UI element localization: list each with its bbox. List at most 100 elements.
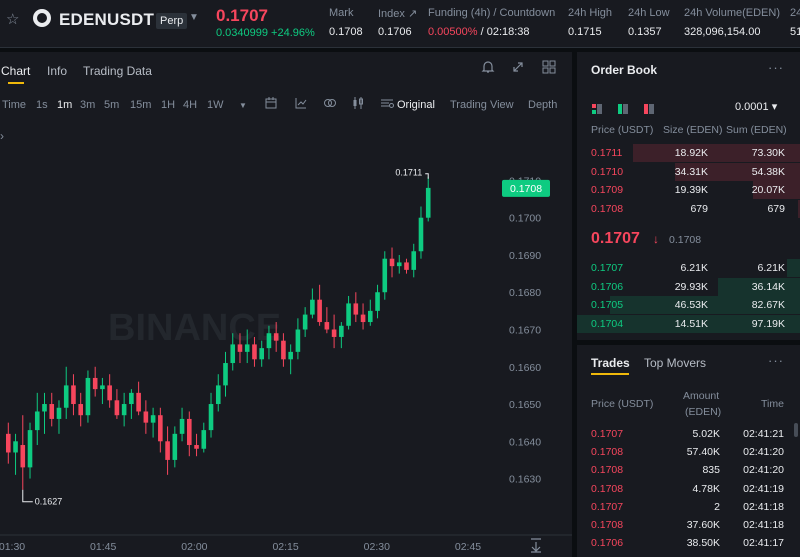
candle [382,251,388,300]
y-axis-tick-label: 0.1670 [509,325,541,337]
timeframe-15m[interactable]: 15m [130,99,151,111]
watermark-logo: BINANCE [108,307,281,349]
bid-row[interactable]: 0.1705 46.53K 82.67K [577,296,800,314]
both-sides-view-icon[interactable] [592,104,602,114]
symbol-dropdown-chevron-icon[interactable]: ▼ [189,12,199,23]
trade-price: 0.1708 [591,446,624,459]
candle [201,422,207,453]
order-book-panel: Order Book ··· 0.0001 ▾ Price (USDT) Siz… [577,52,800,340]
candle-body [42,404,47,412]
candle [114,389,120,419]
candle-body [121,404,127,416]
candle-body [85,377,91,416]
bid-row[interactable]: 0.1707 6.21K 6.21K [577,259,800,277]
candle [158,407,163,453]
ask-row[interactable]: 0.1709 19.39K 20.07K [577,181,800,199]
bell-icon[interactable] [479,60,497,78]
stat-index[interactable]: Index ↗ 0.1706 [378,7,417,38]
collapse-arrow-icon[interactable]: › [0,129,4,143]
tab-top-movers[interactable]: Top Movers [644,356,706,370]
stat-value: 0.1715 [568,26,602,38]
settings-list-icon[interactable] [378,96,396,114]
chart-panel: Chart Info Trading Data Time 1s 1m 3m 5m… [0,52,572,557]
candle-body [56,407,62,419]
bid-size: 14.51K [674,317,708,330]
bid-price: 0.1705 [591,299,624,311]
y-axis-tick-label: 0.1660 [509,362,541,374]
bids-only-view-icon[interactable] [618,104,628,114]
timeframe-5m[interactable]: 5m [104,99,119,111]
more-options-icon[interactable]: ··· [768,353,784,368]
column-header-amount: Amount [683,390,720,402]
ask-row[interactable]: 0.1711 18.92K 73.30K [577,144,800,162]
tab-chart[interactable]: Chart [1,64,30,78]
scroll-to-latest-button[interactable] [526,535,546,554]
expand-icon[interactable] [509,60,527,78]
candle-type-icon[interactable] [349,96,367,114]
current-price-tag: 0.1708 [502,179,550,197]
bid-size: 6.21K [680,262,708,274]
timeframe-1w[interactable]: 1W [207,99,224,111]
view-trading-view[interactable]: Trading View [450,99,514,111]
timeframe-1m[interactable]: 1m [57,99,72,111]
candle [317,284,322,326]
column-header-size: Size (EDEN) [663,124,723,136]
ask-row[interactable]: 0.1710 34.31K 54.38K [577,162,800,181]
stat-label: 24 [790,7,800,19]
candle [34,392,40,446]
candle-body [194,445,199,449]
tab-trading-data[interactable]: Trading Data [83,64,152,78]
stat-value: 51 [790,26,800,38]
candle-body [302,314,308,330]
timeframe-time[interactable]: Time [2,99,26,111]
trades-scrollbar[interactable] [794,423,798,437]
favorite-star-icon[interactable]: ☆ [6,12,20,27]
candle [375,284,380,319]
timeframe-4h[interactable]: 4H [183,99,197,111]
candle [389,247,395,278]
candle-body [324,322,330,330]
candle [360,303,366,330]
candle-body [411,251,417,270]
low-marker-line [22,489,33,503]
candle-body [136,392,141,412]
timeframe-1h[interactable]: 1H [161,99,175,111]
stat-24h-volume: 24h Volume(EDEN) 328,096,154.00 [684,7,780,38]
timeframe-3m[interactable]: 3m [80,99,95,111]
trade-time: 02:41:18 [743,519,784,531]
stat-truncated: 24 51 [790,7,800,38]
candle-body [244,344,250,352]
candle [63,366,69,419]
candle-body [317,299,322,323]
candle [92,366,98,397]
depth-bar [786,259,800,277]
tab-info[interactable]: Info [47,64,67,78]
layout-grid-icon[interactable] [540,60,558,78]
tab-trades[interactable]: Trades [591,356,630,370]
active-tab-indicator [8,82,24,84]
x-axis-tick-label: 01:45 [90,541,116,553]
more-options-icon[interactable]: ··· [768,60,784,75]
ask-row[interactable]: 0.1708 679 679 [577,199,800,218]
symbol-name[interactable]: EDENUSDT [59,10,154,30]
indicator-chart-icon[interactable] [292,96,310,114]
trade-time: 02:41:21 [743,428,784,440]
column-header-price: Price (USDT) [591,398,654,410]
view-depth[interactable]: Depth [528,99,557,111]
asks-only-view-icon[interactable] [644,104,654,114]
tick-size-select[interactable]: 0.0001 ▾ [735,100,777,113]
candle-body [273,333,279,341]
candle [150,407,156,438]
bid-row[interactable]: 0.1706 29.93K 36.14K [577,277,800,296]
candlestick-chart[interactable]: › BINANCE 0.1630 0.1640 0.1650 0.1660 0.1670… [0,122,572,557]
calendar-icon[interactable] [262,96,280,114]
candle [288,344,293,375]
candle [281,333,286,367]
compare-icon[interactable] [321,96,339,114]
view-original[interactable]: Original [397,99,435,111]
timeframe-dropdown-chevron-icon[interactable]: ▼ [239,101,247,110]
stat-value: 0.1357 [628,26,662,38]
bid-row[interactable]: 0.1704 14.51K 97.19K [577,314,800,333]
timeframe-1s[interactable]: 1s [36,99,48,111]
candle-body [129,392,134,405]
